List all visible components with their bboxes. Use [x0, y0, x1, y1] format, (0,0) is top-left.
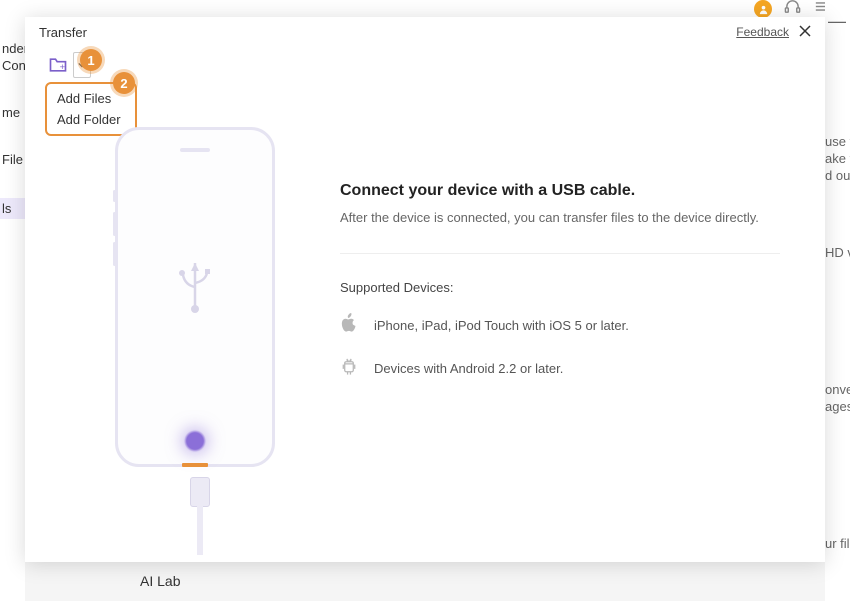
svg-text:+: + [60, 62, 65, 72]
usb-cable-head-icon [190, 477, 210, 507]
callout-badge-2: 2 [113, 72, 135, 94]
transfer-modal: Transfer Feedback + Add Files Add Folder… [25, 17, 825, 562]
account-avatar-icon[interactable] [754, 0, 772, 18]
phone-illustration [115, 127, 285, 547]
android-device-row: Devices with Android 2.2 or later. [340, 356, 780, 381]
modal-header: Transfer Feedback [25, 17, 825, 47]
background-right-panel: — use v ake y d our HD v onve ages ur fi… [825, 0, 850, 601]
connect-heading: Connect your device with a USB cable. [340, 182, 780, 200]
connect-subtext: After the device is connected, you can t… [340, 210, 780, 225]
callout-badge-1: 1 [80, 49, 102, 71]
ios-device-row: iPhone, iPad, iPod Touch with iOS 5 or l… [340, 313, 780, 338]
add-file-button[interactable]: + [45, 52, 71, 78]
feedback-link[interactable]: Feedback [736, 25, 789, 39]
divider [340, 253, 780, 254]
connect-instructions: Connect your device with a USB cable. Af… [340, 182, 780, 399]
background-bottom-label: AI Lab [140, 573, 180, 589]
modal-title: Transfer [39, 25, 87, 40]
main-titlebar [0, 0, 850, 18]
android-device-text: Devices with Android 2.2 or later. [374, 361, 563, 376]
phone-home-button-icon [182, 428, 208, 454]
background-left-sidebar: nder Con me File ls [0, 0, 25, 601]
close-icon[interactable] [799, 24, 811, 40]
ios-device-text: iPhone, iPad, iPod Touch with iOS 5 or l… [374, 318, 629, 333]
usb-trident-icon [171, 255, 219, 320]
android-icon [340, 356, 358, 381]
apple-icon [340, 313, 358, 338]
supported-devices-label: Supported Devices: [340, 280, 780, 295]
